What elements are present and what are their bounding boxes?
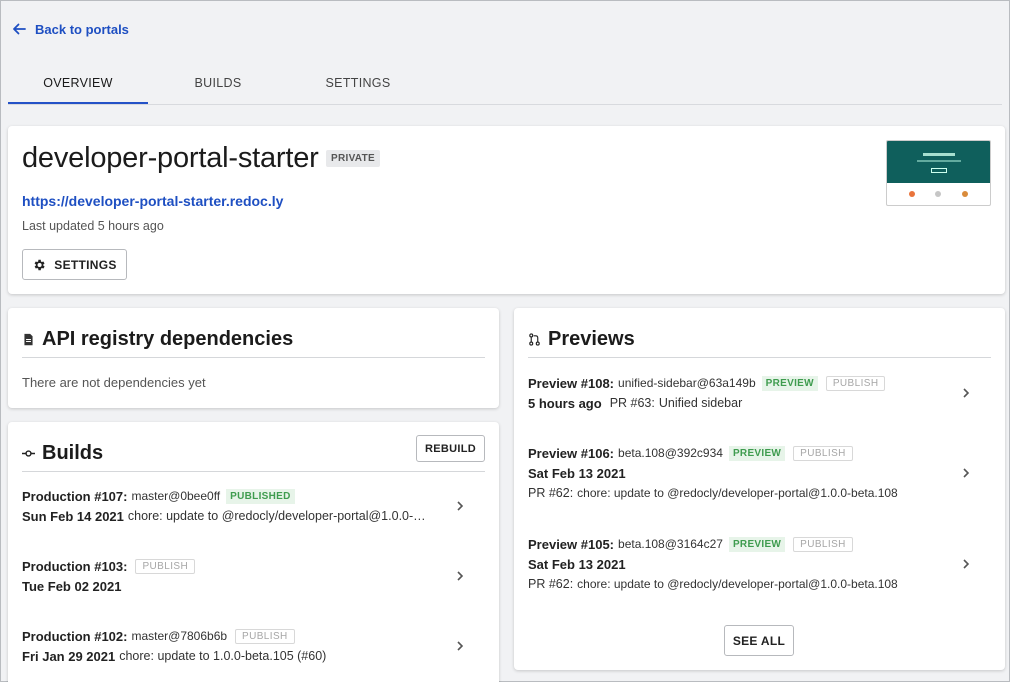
preview-date: Sat Feb 13 2021 bbox=[528, 465, 626, 481]
api-dependencies-card: API registry dependencies There are not … bbox=[8, 308, 499, 408]
portal-summary-card: developer-portal-starter PRIVATE https:/… bbox=[8, 126, 1005, 294]
preview-row[interactable]: Preview #105: beta.108@3164c27 PREVIEW P… bbox=[528, 534, 991, 594]
preview-date: 5 hours ago bbox=[528, 395, 602, 411]
preview-ref: unified-sidebar@63a149b bbox=[618, 376, 756, 390]
preview-row[interactable]: Preview #108: unified-sidebar@63a149b PR… bbox=[528, 373, 991, 413]
tab-overview[interactable]: OVERVIEW bbox=[8, 63, 148, 104]
build-message: chore: update to 1.0.0-beta.105 (#60) bbox=[119, 649, 327, 663]
preview-title: Preview #106: bbox=[528, 445, 615, 461]
builds-title: Builds bbox=[42, 442, 104, 464]
preview-pr: PR #62: bbox=[528, 486, 574, 500]
tab-bar: OVERVIEW BUILDS SETTINGS bbox=[8, 63, 1002, 105]
build-row[interactable]: Production #103: PUBLISH Tue Feb 02 2021 bbox=[22, 556, 485, 596]
preview-message: chore: update to @redocly/developer-port… bbox=[577, 577, 898, 591]
preview-pr: PR #63: bbox=[609, 396, 655, 410]
settings-button-label: SETTINGS bbox=[54, 257, 117, 272]
tab-builds[interactable]: BUILDS bbox=[148, 63, 288, 104]
chevron-right-icon bbox=[455, 498, 465, 516]
dependencies-title: API registry dependencies bbox=[42, 328, 294, 350]
preview-pr: PR #62: bbox=[528, 577, 574, 591]
commit-icon bbox=[22, 450, 35, 457]
preview-badge: PREVIEW bbox=[728, 445, 786, 461]
build-title: Production #102: bbox=[22, 628, 128, 644]
rebuild-button[interactable]: REBUILD bbox=[416, 435, 485, 462]
back-link-label: Back to portals bbox=[35, 21, 129, 37]
build-title: Production #107: bbox=[22, 488, 128, 504]
chevron-right-icon bbox=[961, 385, 971, 403]
visibility-badge: PRIVATE bbox=[326, 150, 380, 167]
preview-row[interactable]: Preview #106: beta.108@392c934 PREVIEW P… bbox=[528, 443, 991, 503]
preview-message: Unified sidebar bbox=[658, 396, 743, 410]
previews-card: Previews Preview #108: unified-sidebar@6… bbox=[514, 308, 1005, 670]
chevron-right-icon bbox=[455, 568, 465, 586]
preview-ref: beta.108@3164c27 bbox=[618, 537, 723, 551]
publish-badge[interactable]: PUBLISH bbox=[135, 558, 196, 574]
build-ref: master@7806b6b bbox=[131, 629, 228, 643]
chevron-right-icon bbox=[961, 465, 971, 483]
gear-icon bbox=[34, 259, 45, 270]
build-date: Tue Feb 02 2021 bbox=[22, 578, 122, 594]
build-row[interactable]: Production #107: master@0bee0ff PUBLISHE… bbox=[22, 486, 485, 526]
arrow-left-icon bbox=[13, 23, 26, 35]
build-title: Production #103: bbox=[22, 558, 128, 574]
published-badge: PUBLISHED bbox=[226, 488, 295, 504]
see-all-button[interactable]: SEE ALL bbox=[724, 625, 794, 656]
build-date: Sun Feb 14 2021 bbox=[22, 508, 124, 524]
tab-settings[interactable]: SETTINGS bbox=[288, 63, 428, 104]
publish-badge[interactable]: PUBLISH bbox=[825, 375, 886, 391]
chevron-right-icon bbox=[961, 556, 971, 574]
builds-card: Builds REBUILD Production #107: master@0… bbox=[8, 422, 499, 682]
build-message: chore: update to @redocly/developer-port… bbox=[127, 509, 426, 523]
portal-name: developer-portal-starter bbox=[22, 142, 319, 174]
back-to-portals-link[interactable]: Back to portals bbox=[11, 21, 129, 37]
build-row[interactable]: Production #102: master@7806b6b PUBLISH … bbox=[22, 626, 485, 666]
previews-header: Previews bbox=[528, 322, 991, 358]
preview-badge: PREVIEW bbox=[761, 375, 818, 391]
portal-url-link[interactable]: https://developer-portal-starter.redoc.l… bbox=[22, 193, 283, 209]
build-ref: master@0bee0ff bbox=[131, 489, 221, 503]
publish-badge[interactable]: PUBLISH bbox=[235, 628, 295, 644]
previews-title: Previews bbox=[548, 328, 635, 350]
site-preview-thumbnail[interactable] bbox=[886, 140, 991, 206]
preview-title: Preview #108: bbox=[528, 375, 615, 391]
publish-badge[interactable]: PUBLISH bbox=[793, 445, 853, 461]
last-updated-text: Last updated 5 hours ago bbox=[22, 219, 164, 233]
document-icon bbox=[24, 333, 33, 346]
dependencies-empty-text: There are not dependencies yet bbox=[22, 375, 206, 390]
pull-request-icon bbox=[529, 333, 540, 346]
preview-badge: PREVIEW bbox=[728, 536, 786, 552]
builds-header: Builds REBUILD bbox=[22, 435, 485, 472]
chevron-right-icon bbox=[455, 638, 465, 656]
preview-title: Preview #105: bbox=[528, 536, 615, 552]
preview-message: chore: update to @redocly/developer-port… bbox=[577, 486, 898, 500]
preview-ref: beta.108@392c934 bbox=[618, 446, 723, 460]
dependencies-header: API registry dependencies bbox=[22, 322, 485, 358]
build-date: Fri Jan 29 2021 bbox=[22, 648, 116, 664]
thumbnail-features bbox=[887, 183, 990, 197]
thumbnail-hero bbox=[887, 141, 990, 183]
preview-date: Sat Feb 13 2021 bbox=[528, 556, 626, 572]
publish-badge[interactable]: PUBLISH bbox=[793, 536, 853, 552]
top-bar: Back to portals bbox=[1, 1, 1009, 61]
portal-settings-button[interactable]: SETTINGS bbox=[22, 249, 127, 280]
